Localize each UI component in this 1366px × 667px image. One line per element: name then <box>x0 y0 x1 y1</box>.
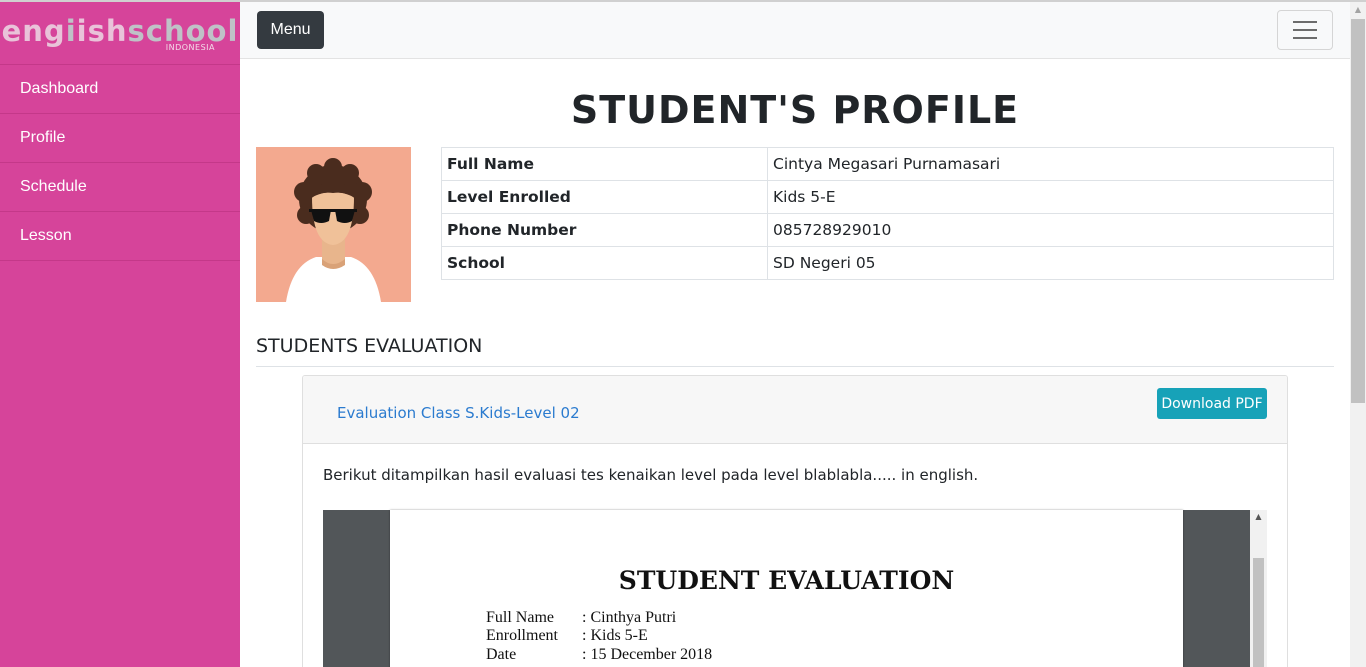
hamburger-line <box>1293 37 1317 39</box>
sidebar-item-lesson[interactable]: Lesson <box>0 212 240 261</box>
evaluation-description: Berikut ditampilkan hasil evaluasi tes k… <box>323 466 979 484</box>
sidebar-item-profile[interactable]: Profile <box>0 114 240 163</box>
sidebar: engiishschool INDONESIA Dashboard Profil… <box>0 2 240 667</box>
phone-number-label: Phone Number <box>441 213 768 247</box>
school-label: School <box>441 246 768 280</box>
scrollbar-thumb[interactable] <box>1351 19 1365 403</box>
doc-enrollment-label: Enrollment <box>486 627 558 644</box>
page-title: STUDENT'S PROFILE <box>570 88 1020 132</box>
brand-logo[interactable]: engiishschool INDONESIA <box>0 2 240 65</box>
pdf-viewer-scrollbar[interactable]: ▲ <box>1250 510 1267 667</box>
page-scrollbar[interactable]: ▲ <box>1350 2 1366 667</box>
logo-wordmark: engiishschool <box>1 14 239 48</box>
table-row: Phone Number 085728929010 <box>441 213 1334 247</box>
hamburger-line <box>1293 21 1317 23</box>
user-avatar-icon <box>256 147 411 302</box>
section-divider <box>256 366 1334 367</box>
sidebar-item-schedule[interactable]: Schedule <box>0 163 240 212</box>
table-row: School SD Negeri 05 <box>441 246 1334 280</box>
scroll-up-arrow-icon[interactable]: ▲ <box>1350 2 1366 18</box>
sidebar-item-dashboard[interactable]: Dashboard <box>0 65 240 114</box>
doc-enrollment-value: : Kids 5-E <box>582 627 648 644</box>
download-pdf-button[interactable]: Download PDF <box>1157 388 1267 419</box>
evaluation-section-title: STUDENTS EVALUATION <box>256 335 483 357</box>
doc-date-value: : 15 December 2018 <box>582 646 713 663</box>
level-enrolled-value: Kids 5-E <box>767 180 1334 214</box>
full-name-label: Full Name <box>441 147 768 181</box>
hamburger-icon[interactable] <box>1277 10 1333 50</box>
table-row: Full Name Cintya Megasari Purnamasari <box>441 147 1334 181</box>
full-name-value: Cintya Megasari Purnamasari <box>767 147 1334 181</box>
phone-number-value: 085728929010 <box>767 213 1334 247</box>
evaluation-card-header: Evaluation Class S.Kids-Level 02 Downloa… <box>303 376 1287 444</box>
school-value: SD Negeri 05 <box>767 246 1334 280</box>
doc-date-label: Date <box>486 646 517 663</box>
pdf-viewer[interactable]: STUDENT EVALUATION Full Name : Cinthya P… <box>323 510 1267 667</box>
top-navbar: Menu <box>240 2 1350 59</box>
menu-toggle-button[interactable]: Menu <box>257 11 324 49</box>
profile-info-table: Full Name Cintya Megasari Purnamasari Le… <box>441 147 1334 280</box>
level-enrolled-label: Level Enrolled <box>441 180 768 214</box>
pdf-scrollbar-thumb[interactable] <box>1253 558 1264 667</box>
doc-full-name-label: Full Name <box>486 609 554 626</box>
scroll-up-arrow-icon[interactable]: ▲ <box>1250 512 1267 521</box>
table-row: Level Enrolled Kids 5-E <box>441 180 1334 214</box>
main-content: STUDENT'S PROFILE Full Name Cintya Megas… <box>256 59 1334 667</box>
pdf-page: STUDENT EVALUATION Full Name : Cinthya P… <box>390 510 1183 667</box>
evaluation-class-link[interactable]: Evaluation Class S.Kids-Level 02 <box>337 404 580 422</box>
hamburger-line <box>1293 29 1317 31</box>
logo-subtitle: INDONESIA <box>165 43 215 52</box>
doc-full-name-value: : Cinthya Putri <box>582 609 677 626</box>
evaluation-card: Evaluation Class S.Kids-Level 02 Downloa… <box>302 375 1288 667</box>
document-title: STUDENT EVALUATION <box>618 566 955 595</box>
